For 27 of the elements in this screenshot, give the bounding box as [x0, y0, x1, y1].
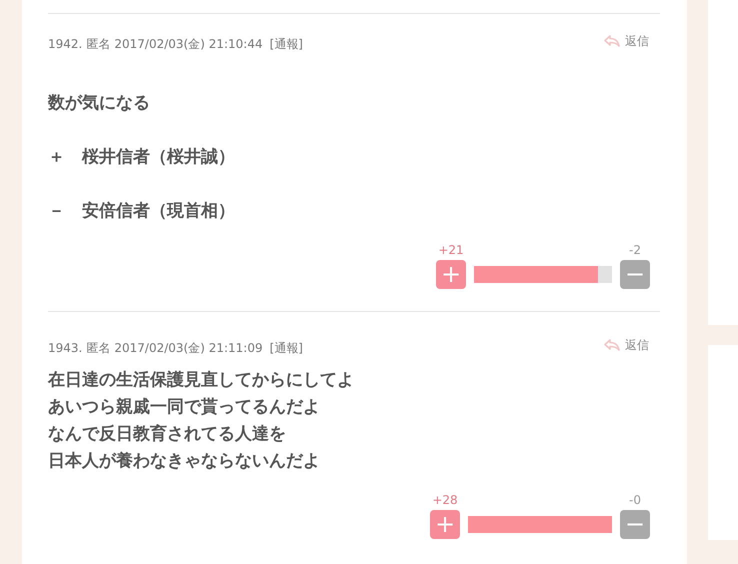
post-date: 2017/02/03(金) 21:10:44	[114, 36, 263, 52]
report-link[interactable]: [通報]	[270, 340, 303, 356]
reply-button[interactable]: 返信	[604, 32, 649, 50]
comment-text: － 安倍信者（現首相）	[48, 200, 236, 223]
author-name: 匿名	[86, 36, 110, 52]
comment-text: あいつら親戚一同で貰ってるんだよ	[48, 396, 321, 419]
author-name: 匿名	[86, 340, 110, 356]
minus-button[interactable]: −	[620, 510, 650, 539]
comment-number: 1942.	[48, 37, 82, 51]
comment-text: 数が気になる	[48, 92, 151, 115]
plus-count: +21	[438, 243, 464, 257]
comment-text: なんで反日教育されてる人達を	[48, 423, 287, 446]
plus-button[interactable]: +	[436, 260, 466, 289]
reply-icon	[604, 339, 620, 351]
post-date: 2017/02/03(金) 21:11:09	[114, 340, 263, 356]
minus-count: -0	[629, 493, 641, 507]
comment-text: ＋ 桜井信者（桜井誠）	[48, 146, 236, 169]
reply-button[interactable]: 返信	[604, 336, 649, 354]
plus-button[interactable]: +	[430, 510, 460, 539]
comment-number: 1943.	[48, 341, 82, 355]
report-link[interactable]: [通報]	[270, 36, 303, 52]
minus-count: -2	[629, 243, 641, 257]
comment-text: 在日達の生活保護見直してからにしてよ	[48, 369, 355, 392]
comment-text: 日本人が養わなきゃならないんだよ	[48, 450, 321, 473]
plus-count: +28	[432, 493, 458, 507]
minus-button[interactable]: −	[620, 260, 650, 289]
reply-icon	[604, 35, 620, 47]
